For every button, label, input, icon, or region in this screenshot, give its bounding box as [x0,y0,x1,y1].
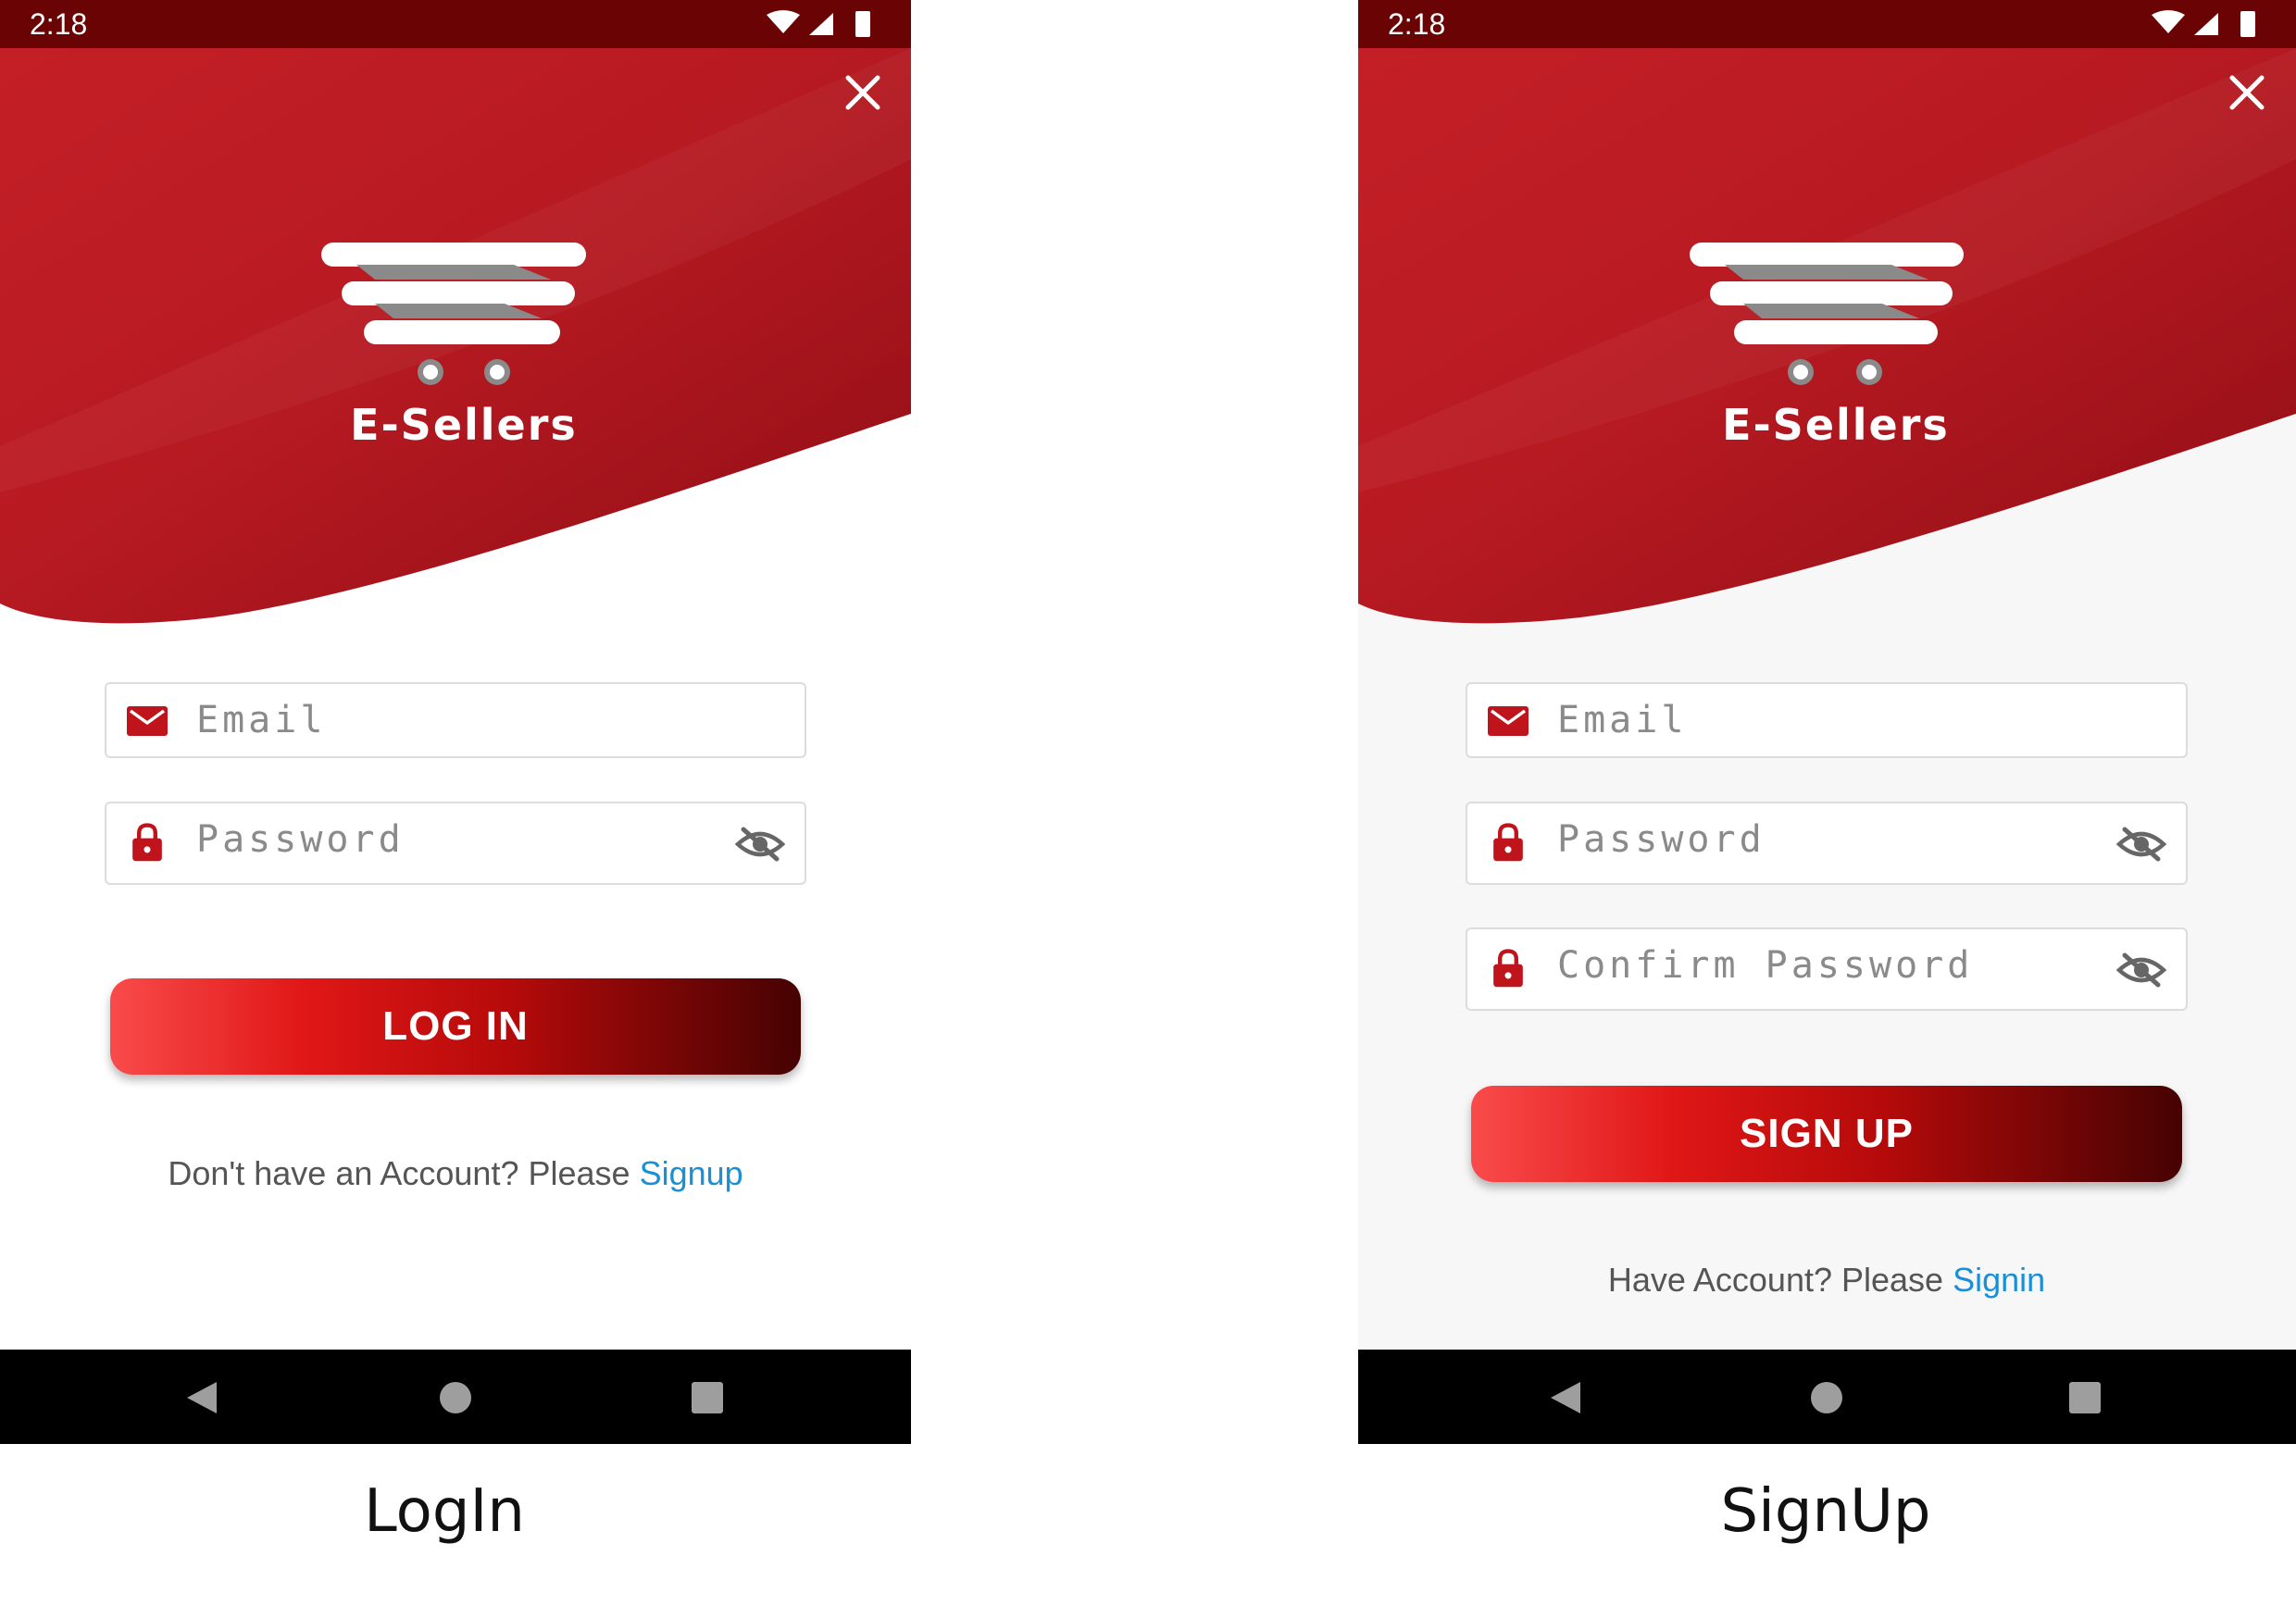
eye-off-icon[interactable] [2115,826,2167,863]
wifi-icon [2152,10,2185,33]
home-icon[interactable] [435,1377,476,1418]
login-caption: LogIn [364,1477,525,1546]
lock-icon [1493,949,1523,988]
close-icon[interactable] [2227,72,2267,113]
signin-prompt: Have Account? Please Signin [1414,1261,2240,1300]
signup-prompt-text: Don't have an Account? Please [168,1154,640,1192]
email-field[interactable] [105,682,806,758]
signal-icon [2194,13,2218,35]
status-icons [767,10,870,37]
signin-prompt-text: Have Account? Please [1607,1261,1953,1299]
recents-icon[interactable] [2065,1377,2105,1418]
brand-name: E-Sellers [350,400,578,450]
recents-icon[interactable] [687,1377,728,1418]
wifi-icon [767,10,800,33]
password-field[interactable] [105,802,806,885]
eye-off-icon[interactable] [2115,952,2167,989]
confirm-password-input[interactable] [1555,939,2092,992]
android-nav-bar [1358,1350,2296,1444]
back-icon[interactable] [181,1377,222,1418]
signup-caption: SignUp [1720,1477,1931,1546]
status-icons [2152,10,2255,37]
email-input[interactable] [194,693,711,747]
password-input[interactable] [194,813,711,866]
status-time: 2:18 [30,7,88,41]
logo-cart-icon [321,243,586,385]
login-button[interactable]: LOG IN [110,978,801,1075]
signup-link[interactable]: Signup [640,1154,743,1192]
android-nav-bar [0,1350,911,1444]
status-bar: 2:18 [0,0,911,48]
lock-icon [132,823,162,862]
signal-icon [809,13,833,35]
confirm-password-field[interactable] [1466,927,2188,1011]
signup-button[interactable]: SIGN UP [1471,1086,2182,1182]
login-screen: 2:18 E-Sellers Email LOG IN Don't have a… [0,0,911,1444]
password-field[interactable] [1466,802,2188,885]
close-icon[interactable] [842,72,883,113]
signin-link[interactable]: Signin [1953,1261,2045,1299]
mail-icon [127,706,168,736]
battery-icon [855,11,870,37]
lock-icon [1493,823,1523,862]
password-input[interactable] [1555,813,2092,866]
mail-icon [1488,706,1529,736]
home-icon[interactable] [1806,1377,1847,1418]
eye-off-icon[interactable] [734,826,786,863]
back-icon[interactable] [1545,1377,1586,1418]
status-bar: 2:18 [1358,0,2296,48]
status-time: 2:18 [1388,7,1446,41]
signup-prompt: Don't have an Account? Please Signup [56,1154,855,1193]
logo-cart-icon [1690,243,1964,385]
brand-name: E-Sellers [1722,400,1950,450]
battery-icon [2240,11,2255,37]
signup-screen: 2:18 E-Sellers Email SIGN UP Have Accoun… [1358,0,2296,1444]
email-input[interactable] [1555,693,2092,747]
email-field[interactable] [1466,682,2188,758]
